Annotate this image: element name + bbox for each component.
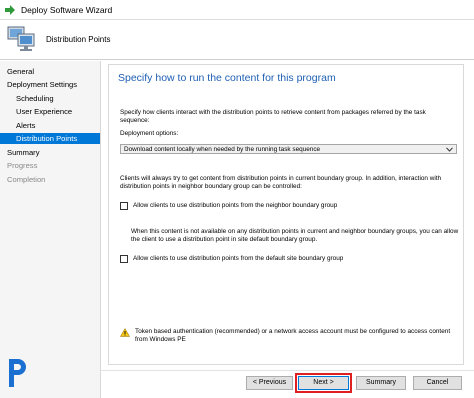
title-bar: Deploy Software Wizard xyxy=(0,0,474,20)
deployment-options-value: Download content locally when needed by … xyxy=(124,146,321,153)
next-button[interactable]: Next > xyxy=(298,376,349,390)
neighbor-boundary-label: Allow clients to use distribution points… xyxy=(133,202,338,209)
fallback-text-line2: the client to use a distribution point i… xyxy=(131,236,318,243)
warning-text-line1: Token based authentication (recommended)… xyxy=(135,328,451,335)
page-title: Distribution Points xyxy=(46,35,111,44)
sidebar-item-deployment-settings[interactable]: Deployment Settings xyxy=(0,79,100,90)
wizard-header: Distribution Points xyxy=(0,20,474,60)
window-title: Deploy Software Wizard xyxy=(21,5,113,15)
deployment-options-label: Deployment options: xyxy=(120,130,179,137)
main-content: Specify how to run the content for this … xyxy=(101,61,474,398)
summary-button[interactable]: Summary xyxy=(356,376,406,390)
default-boundary-checkbox[interactable] xyxy=(120,255,128,263)
intro-text-line2: sequence: xyxy=(120,117,150,124)
sidebar-item-summary[interactable]: Summary xyxy=(0,147,100,158)
logo-icon xyxy=(9,359,26,387)
deployment-options-select[interactable]: Download content locally when needed by … xyxy=(120,144,457,154)
warning-icon xyxy=(120,328,130,337)
green-arrow-icon xyxy=(5,5,15,15)
sidebar-item-general[interactable]: General xyxy=(0,66,100,77)
sidebar-item-completion: Completion xyxy=(7,175,46,184)
computer-monitors-icon xyxy=(7,26,35,51)
wizard-sidebar: General Deployment Settings Scheduling U… xyxy=(0,61,101,398)
sidebar-item-alerts[interactable]: Alerts xyxy=(0,120,100,131)
cancel-button[interactable]: Cancel xyxy=(413,376,462,390)
sidebar-item-distribution-points[interactable]: Distribution Points xyxy=(0,133,100,144)
boundary-text-line1: Clients will always try to get content f… xyxy=(120,175,442,182)
chevron-down-icon xyxy=(446,147,453,152)
sidebar-item-scheduling[interactable]: Scheduling xyxy=(0,93,100,104)
settings-panel: Specify how to run the content for this … xyxy=(108,64,464,365)
sidebar-item-user-experience[interactable]: User Experience xyxy=(0,106,100,117)
default-boundary-label: Allow clients to use distribution points… xyxy=(133,255,344,262)
sidebar-item-progress: Progress xyxy=(7,161,38,170)
warning-text-line2: from Windows PE xyxy=(135,336,186,343)
boundary-text-line2: distribution points in neighbor boundary… xyxy=(120,183,302,190)
previous-button[interactable]: < Previous xyxy=(246,376,293,390)
fallback-text-line1: When this content is not available on an… xyxy=(131,228,459,235)
section-heading: Specify how to run the content for this … xyxy=(118,72,336,84)
intro-text-line1: Specify how clients interact with the di… xyxy=(120,109,426,116)
neighbor-boundary-checkbox[interactable] xyxy=(120,202,128,210)
footer-divider xyxy=(101,370,474,371)
